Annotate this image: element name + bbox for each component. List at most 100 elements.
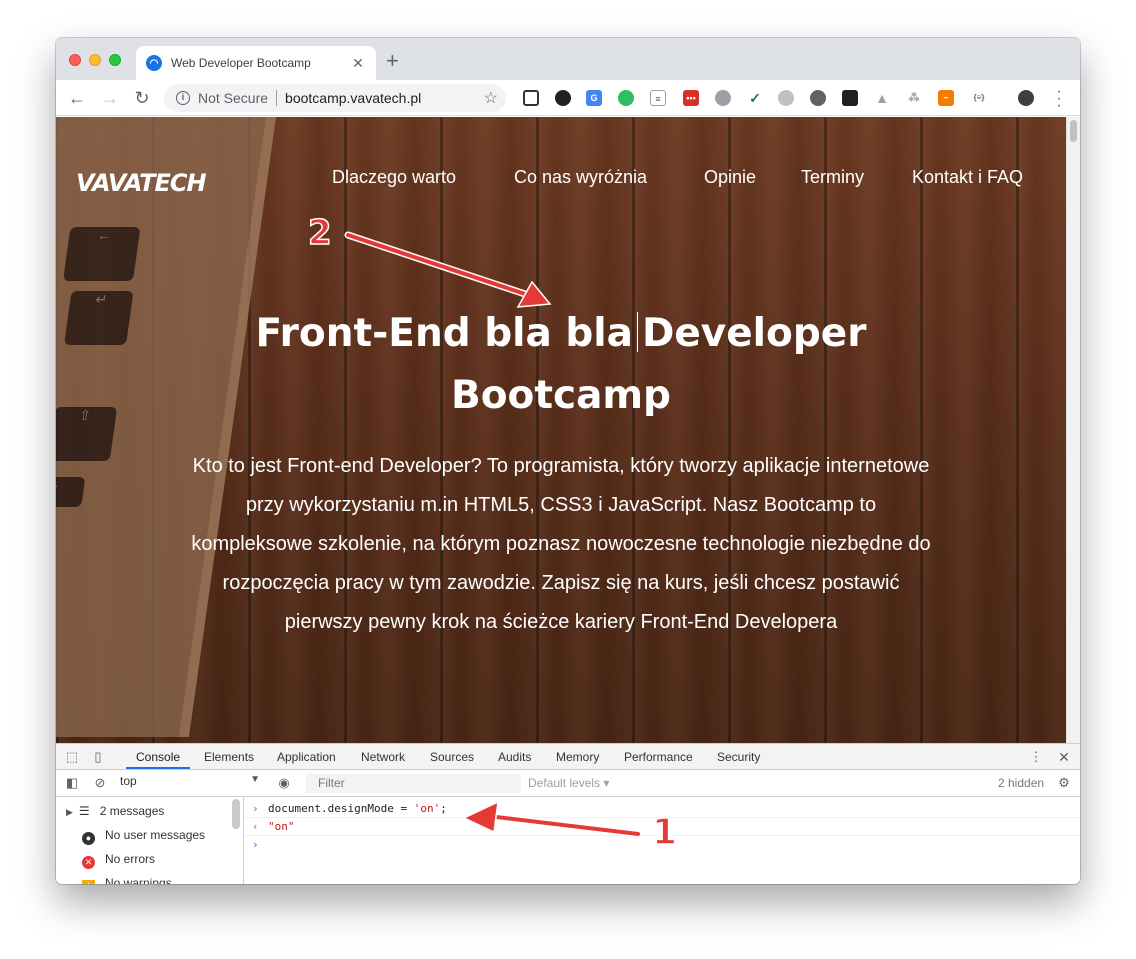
reload-icon[interactable]: ↻ xyxy=(131,87,153,109)
info-icon[interactable]: i xyxy=(176,91,190,105)
tab-memory[interactable]: Memory xyxy=(556,750,599,764)
tab-favicon-icon: ◠ xyxy=(146,55,162,71)
maximize-window-button[interactable] xyxy=(109,54,121,66)
tab-close-icon[interactable]: ✕ xyxy=(350,55,366,72)
error-icon: ✕ xyxy=(82,856,95,869)
translate-extension-icon[interactable]: G xyxy=(586,90,602,106)
window-controls xyxy=(69,54,121,66)
sidebar-label: No warnings xyxy=(105,876,172,884)
result-value: "on" xyxy=(268,820,295,833)
vue-extension-icon[interactable]: ✓ xyxy=(747,90,763,106)
keyboard-key: ⇧ xyxy=(56,407,118,461)
user-icon: ● xyxy=(82,832,95,845)
tab-network[interactable]: Network xyxy=(361,750,405,764)
sidebar-label: 2 messages xyxy=(99,804,165,818)
hero-title[interactable]: Front-End bla bla Developer Bootcamp xyxy=(206,303,916,427)
tab-title: Web Developer Bootcamp xyxy=(171,56,311,70)
devtools-menu-icon[interactable]: ⋮ xyxy=(1028,749,1044,765)
evernote-extension-icon[interactable] xyxy=(618,90,634,106)
forward-arrow-icon[interactable]: → xyxy=(99,87,121,109)
console-settings-gear-icon[interactable]: ⚙ xyxy=(1056,775,1072,791)
nav-link-kontakt[interactable]: Kontakt i FAQ xyxy=(912,167,1023,188)
browser-menu-icon[interactable]: · · · xyxy=(1054,84,1064,114)
sidebar-label: No errors xyxy=(105,852,156,866)
tab-audits[interactable]: Audits xyxy=(498,750,531,764)
sidebar-item-warnings[interactable]: ! No warnings xyxy=(82,876,172,884)
back-arrow-icon[interactable]: ← xyxy=(66,87,88,109)
chevron-down-icon: ▼ xyxy=(250,774,260,785)
input-prompt-icon: › xyxy=(252,802,259,815)
context-selector[interactable]: top ▼ xyxy=(120,774,260,792)
url-text[interactable]: bootcamp.vavatech.pl xyxy=(285,90,484,106)
address-bar[interactable]: i Not Secure bootcamp.vavatech.pl ☆ xyxy=(164,84,506,112)
nav-link-opinie[interactable]: Opinie xyxy=(704,167,756,188)
text-caret xyxy=(636,312,638,352)
web-page: ← ↵ £ ⇧ ▸ VAVATECH Dlaczego warto Co nas… xyxy=(56,117,1066,743)
hero-description[interactable]: Kto to jest Front-end Developer? To prog… xyxy=(186,447,936,642)
warning-icon: ! xyxy=(82,880,95,884)
keyboard-key: ▸ xyxy=(56,477,86,507)
sidebar-label: No user messages xyxy=(105,828,206,842)
context-value: top xyxy=(120,774,137,788)
console-sidebar: ▶ ☰ 2 messages ● No user messages ✕ No error… xyxy=(56,797,244,884)
tab-console[interactable]: Console xyxy=(136,750,180,764)
bookmark-star-icon[interactable]: ☆ xyxy=(484,88,498,108)
eye-icon[interactable]: ◉ xyxy=(276,775,292,791)
clear-console-icon[interactable]: ⊘ xyxy=(92,775,108,791)
omnibox-divider xyxy=(276,90,278,106)
nav-link-co-nas-wyroznia[interactable]: Co nas wyróżnia xyxy=(514,167,647,188)
active-tab-indicator xyxy=(126,767,190,769)
sidebar-item-user-messages[interactable]: ● No user messages xyxy=(82,828,205,845)
command-code: document.designMode = xyxy=(268,802,414,815)
tab-sources[interactable]: Sources xyxy=(430,750,474,764)
gray-extension-icon[interactable] xyxy=(778,90,794,106)
browser-toolbar: ← → ↻ i Not Secure bootcamp.vavatech.pl … xyxy=(56,80,1080,116)
json-extension-icon[interactable]: {≡} xyxy=(970,90,988,106)
sidebar-scrollbar[interactable] xyxy=(232,799,240,829)
lastpass-extension-icon[interactable]: ••• xyxy=(683,90,699,106)
profile-avatar[interactable] xyxy=(1018,90,1034,106)
gear-extension-icon[interactable] xyxy=(810,90,826,106)
annotation-label-1: 1 xyxy=(651,811,678,854)
scrollbar-thumb[interactable] xyxy=(1070,120,1077,142)
sidebar-toggle-icon[interactable]: ◧ xyxy=(64,775,80,791)
laptop-background-image: ← ↵ £ ⇧ ▸ xyxy=(56,117,276,737)
ghostery-extension-icon[interactable] xyxy=(842,90,858,106)
annotation-arrow-1 xyxy=(462,800,642,838)
browser-tab[interactable]: ◠ Web Developer Bootcamp ✕ xyxy=(136,46,376,80)
sidebar-item-errors[interactable]: ✕ No errors xyxy=(82,852,155,869)
browser-window: ◠ Web Developer Bootcamp ✕ + ← → ↻ i Not… xyxy=(56,38,1080,884)
device-toolbar-icon[interactable]: ▯ xyxy=(90,749,106,765)
hero-title-part1: Front-End bla bla xyxy=(255,311,633,356)
inspect-element-icon[interactable]: ⬚ xyxy=(64,749,80,765)
screenshot-extension-icon[interactable] xyxy=(523,90,539,106)
tab-application[interactable]: Application xyxy=(277,750,336,764)
tab-performance[interactable]: Performance xyxy=(624,750,693,764)
notes-extension-icon[interactable]: ≡ xyxy=(650,90,666,106)
close-window-button[interactable] xyxy=(69,54,81,66)
triangle-extension-icon[interactable]: ▲ xyxy=(874,90,890,106)
prompt-icon: › xyxy=(252,838,259,851)
keyboard-key: ↵ xyxy=(63,291,134,345)
expand-arrow-icon[interactable]: ▶ xyxy=(66,807,73,817)
tab-security[interactable]: Security xyxy=(717,750,760,764)
sidebar-item-messages[interactable]: ▶ ☰ 2 messages xyxy=(66,804,164,818)
new-tab-button[interactable]: + xyxy=(386,50,399,72)
security-label: Not Secure xyxy=(198,90,269,106)
result-prompt-icon: ‹ xyxy=(252,820,259,833)
minimize-window-button[interactable] xyxy=(89,54,101,66)
list-icon: ☰ xyxy=(78,804,90,818)
annotation-arrow-2 xyxy=(344,231,552,308)
hidden-count: 2 hidden xyxy=(998,776,1045,790)
analytics-extension-icon[interactable]: ~ xyxy=(938,90,954,106)
page-scrollbar[interactable] xyxy=(1066,117,1080,743)
drive-extension-icon[interactable] xyxy=(715,90,731,106)
dark-extension-icon[interactable] xyxy=(555,90,571,106)
tab-elements[interactable]: Elements xyxy=(204,750,254,764)
tree-extension-icon[interactable]: ⁂ xyxy=(906,90,922,106)
vavatech-logo[interactable]: VAVATECH xyxy=(76,169,207,197)
nav-link-dlaczego-warto[interactable]: Dlaczego warto xyxy=(332,167,456,188)
devtools-close-icon[interactable]: ✕ xyxy=(1056,749,1072,765)
nav-link-terminy[interactable]: Terminy xyxy=(801,167,864,188)
tab-strip: ◠ Web Developer Bootcamp ✕ + xyxy=(56,38,1080,80)
